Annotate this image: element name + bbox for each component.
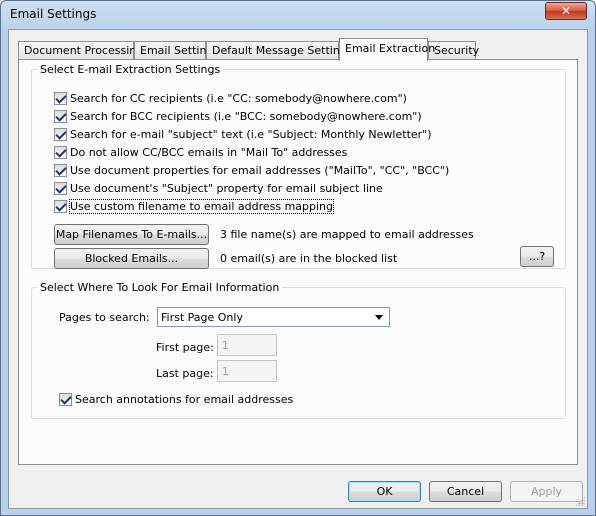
search-annotations-checkbox[interactable]: Search annotations for email addresses: [59, 391, 293, 407]
subject-text-checkbox[interactable]: Search for e-mail "subject" text (i.e "S…: [54, 126, 432, 142]
dialog-client-area: Document Processing Email Setting Defaul…: [8, 29, 588, 509]
checkbox-label: Use custom filename to email address map…: [68, 198, 335, 214]
tab-email-extraction[interactable]: Email Extraction: [339, 38, 435, 61]
ok-button[interactable]: OK: [348, 481, 421, 502]
close-button[interactable]: ✕: [545, 2, 587, 20]
map-filenames-button[interactable]: Map Filenames To E-mails...: [54, 224, 209, 245]
help-button[interactable]: ...?: [520, 246, 554, 267]
checkbox-label: Use document's "Subject" property for em…: [70, 181, 383, 195]
last-page-field[interactable]: 1: [217, 360, 277, 382]
subject-property-checkbox[interactable]: Use document's "Subject" property for em…: [54, 180, 383, 196]
pages-to-search-label: Pages to search:: [59, 311, 150, 324]
dialog-window: Email Settings ✕ Document Processing Ema…: [0, 0, 596, 516]
tab-default-message-settings[interactable]: Default Message Settings: [206, 41, 353, 60]
blocked-emails-button[interactable]: Blocked Emails...: [54, 248, 209, 269]
checkbox-checked[interactable]: [54, 163, 67, 177]
checkbox-label: Search for e-mail "subject" text (i.e "S…: [70, 127, 432, 141]
checkbox-checked[interactable]: [54, 181, 67, 195]
checkbox-label: Do not allow CC/BCC emails in "Mail To" …: [70, 145, 348, 159]
checkbox-checked[interactable]: [54, 109, 67, 123]
last-page-label: Last page:: [156, 367, 214, 380]
pages-to-search-value: First Page Only: [161, 311, 243, 324]
window-title: Email Settings: [10, 7, 97, 21]
extraction-settings-group: Select E-mail Extraction Settings Search…: [31, 63, 566, 269]
extraction-settings-legend: Select E-mail Extraction Settings: [40, 63, 221, 76]
apply-button[interactable]: Apply: [510, 481, 583, 502]
checkbox-checked[interactable]: [59, 392, 72, 406]
chevron-down-icon[interactable]: [375, 315, 383, 320]
title-bar[interactable]: Email Settings ✕: [1, 1, 595, 29]
checkbox-checked[interactable]: [54, 145, 67, 159]
tab-document-processing[interactable]: Document Processing: [18, 41, 143, 60]
map-status-text: 3 file name(s) are mapped to email addre…: [220, 228, 474, 241]
checkbox-checked[interactable]: [54, 127, 67, 141]
bcc-recipients-checkbox[interactable]: Search for BCC recipients (i.e "BCC: som…: [54, 108, 422, 124]
checkbox-checked[interactable]: [54, 199, 67, 213]
checkbox-label: Search annotations for email addresses: [75, 392, 294, 406]
first-page-label: First page:: [156, 341, 214, 354]
cancel-button[interactable]: Cancel: [429, 481, 502, 502]
first-page-value: 1: [222, 339, 229, 352]
email-extraction-panel: Select E-mail Extraction Settings Search…: [18, 59, 578, 465]
disallow-cc-bcc-checkbox[interactable]: Do not allow CC/BCC emails in "Mail To" …: [54, 144, 347, 160]
cc-recipients-checkbox[interactable]: Search for CC recipients (i.e "CC: someb…: [54, 90, 407, 106]
custom-filename-mapping-checkbox[interactable]: Use custom filename to email address map…: [54, 198, 335, 214]
checkbox-label: Use document properties for email addres…: [70, 163, 450, 177]
last-page-value: 1: [222, 365, 229, 378]
pages-to-search-dropdown[interactable]: First Page Only: [157, 307, 390, 327]
lookup-settings-group: Select Where To Look For Email Informati…: [31, 281, 566, 419]
checkbox-checked[interactable]: [54, 91, 67, 105]
first-page-field[interactable]: 1: [217, 334, 277, 356]
document-properties-checkbox[interactable]: Use document properties for email addres…: [54, 162, 449, 178]
checkbox-label: Search for CC recipients (i.e "CC: someb…: [70, 91, 407, 105]
lookup-settings-legend: Select Where To Look For Email Informati…: [40, 281, 280, 294]
checkbox-label: Search for BCC recipients (i.e "BCC: som…: [70, 109, 422, 123]
tab-email-setting[interactable]: Email Setting: [134, 41, 213, 60]
tab-security[interactable]: Security: [428, 41, 479, 60]
blocked-status-text: 0 email(s) are in the blocked list: [220, 252, 398, 265]
